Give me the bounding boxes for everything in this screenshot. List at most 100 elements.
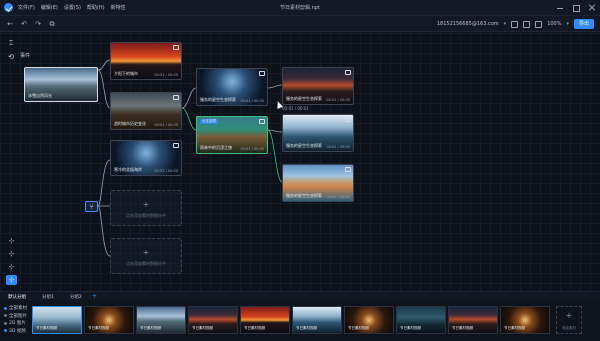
asset-thumbnail[interactable]: 节日素材视频 xyxy=(32,306,82,334)
minimize-icon[interactable] xyxy=(556,4,564,12)
menu-edit[interactable]: 编辑(E) xyxy=(41,4,58,11)
zoom-in-icon[interactable]: ⊹ xyxy=(6,236,17,246)
filter-label: 全部图片 xyxy=(9,313,27,319)
select-tool-icon[interactable]: ⌶ xyxy=(5,38,17,48)
filter-all[interactable]: 全部素材 xyxy=(4,305,27,311)
asset-thumbnail[interactable]: 节日素材视频 xyxy=(448,306,498,334)
redo-icon[interactable]: ↷ xyxy=(34,20,42,28)
node-card[interactable]: 服务的星空生态探索 00:01 / 00:05 xyxy=(282,67,354,105)
logo-icon xyxy=(4,3,13,12)
close-icon[interactable] xyxy=(588,4,596,12)
image-icon xyxy=(345,70,351,75)
asset-label: 节日素材视频 xyxy=(296,326,317,330)
filter-images[interactable]: 全部图片 xyxy=(4,313,27,319)
add-icon: + xyxy=(142,200,150,209)
node-label: 服务的星空生态探索 xyxy=(286,96,322,101)
asset-thumbnail[interactable]: 节日素材视频 xyxy=(292,306,342,334)
layout-icon[interactable] xyxy=(535,20,543,28)
asset-thumbnail[interactable]: 节日素材视频 xyxy=(84,306,134,334)
event-icon[interactable]: ⟲ xyxy=(5,52,17,62)
radio-icon xyxy=(4,329,7,332)
add-asset-hint: 添加素材 xyxy=(562,326,576,330)
menu-file[interactable]: 文件(F) xyxy=(18,4,35,11)
asset-thumbnail[interactable]: 节日素材视频 xyxy=(240,306,290,334)
filter-3d[interactable]: 3D 视频 xyxy=(4,328,27,334)
node-card[interactable]: 夕阳下的城市 00:01 / 00:05 xyxy=(110,42,182,80)
asset-thumbnail[interactable]: 节日素材视频 xyxy=(396,306,446,334)
node-card[interactable]: 服务的星空生态探索 00:01 / 00:05 xyxy=(282,164,354,202)
asset-filters: 全部素材 全部图片 2D 图片 3D 视频 xyxy=(4,305,27,334)
toolbar-right: 18152156685@163.com ▾ 100% ▾ 导出 xyxy=(437,19,594,29)
asset-thumbnail[interactable]: 节日素材视频 xyxy=(500,306,550,334)
preview-icon[interactable] xyxy=(511,20,519,28)
asset-label: 节日素材视频 xyxy=(400,326,421,330)
asset-thumbnail[interactable]: 节日素材视频 xyxy=(188,306,238,334)
export-button[interactable]: 导出 xyxy=(574,19,594,29)
filter-label: 全部素材 xyxy=(9,306,27,311)
empty-shot-slot[interactable]: + 点击添加素材到镜头中 xyxy=(110,238,182,274)
branch-tag: 分支选项 xyxy=(200,119,218,124)
toolbar: ← ↶ ↷ ⧉ 18152156685@163.com ▾ 100% ▾ 导出 xyxy=(0,16,600,32)
asset-group-tabs: 默认分组 分组1 分组2 + xyxy=(0,291,600,301)
empty-slot-hint: 点击添加素材到镜头中 xyxy=(126,213,166,218)
zoom-chevron-icon[interactable]: ▾ xyxy=(566,21,569,27)
save-icon[interactable] xyxy=(523,20,531,28)
canvas-tools: ⊹ ⊹ ⊹ ⊹ xyxy=(6,236,17,285)
asset-filmstrip: 全部素材 全部图片 2D 图片 3D 视频 节日素材视频 节日素材视频 节日素材… xyxy=(0,301,600,341)
crop-icon[interactable]: ⧉ xyxy=(48,20,56,28)
node-duration: 00:01 / 00:05 xyxy=(240,99,264,103)
branch-icon[interactable]: ⑂ xyxy=(85,201,98,212)
node-card[interactable]: 战时城市历史变化 00:01 / 00:05 xyxy=(110,92,182,130)
hand-icon[interactable]: ⊹ xyxy=(6,275,17,285)
asset-label: 节日素材视频 xyxy=(192,326,213,330)
asset-thumbnail[interactable]: 节日素材视频 xyxy=(344,306,394,334)
asset-label: 节日素材视频 xyxy=(452,326,473,330)
account-name[interactable]: 18152156685@163.com xyxy=(437,21,499,27)
node-duration: 00:01 / 00:05 xyxy=(154,123,178,127)
empty-shot-slot[interactable]: + 点击添加素材到镜头中 xyxy=(110,190,182,226)
zoom-level[interactable]: 100% xyxy=(547,21,561,27)
node-label: 战时城市历史变化 xyxy=(114,121,146,126)
node-card[interactable]: 冰雪自然风光 xyxy=(24,67,98,102)
node-duration: 00:01 / 00:05 xyxy=(326,195,350,199)
tab-default-group[interactable]: 默认分组 xyxy=(0,294,34,300)
menu-help[interactable]: 帮助(H) xyxy=(87,4,105,11)
node-card[interactable]: 分支选项 雨林中的沉浸之旅 00:01 / 00:05 xyxy=(196,116,268,154)
node-label: 服务的星空生态探索 xyxy=(200,97,236,102)
node-card[interactable]: 服务的星空生态探索 00:01 / 00:05 xyxy=(196,68,268,106)
radio-icon xyxy=(4,306,7,310)
maximize-icon[interactable] xyxy=(572,4,580,12)
asset-label: 节日素材视频 xyxy=(88,326,109,330)
image-icon xyxy=(173,143,179,148)
filter-2d[interactable]: 2D 图片 xyxy=(4,320,27,326)
node-card[interactable]: 寒冷的北极海岸 00:01 / 00:05 xyxy=(110,140,182,176)
left-toolbar: ⌶ ⟲ xyxy=(5,38,17,62)
zoom-out-icon[interactable]: ⊹ xyxy=(6,249,17,259)
asset-thumbnail-list: 节日素材视频 节日素材视频 节日素材视频 节日素材视频 节日素材视频 节日素材视… xyxy=(32,306,550,334)
radio-icon xyxy=(4,314,7,317)
chevron-down-icon[interactable]: ▾ xyxy=(504,21,507,27)
add-icon: + xyxy=(565,311,573,320)
image-icon xyxy=(259,71,265,76)
add-group-icon[interactable]: + xyxy=(92,293,97,300)
node-label: 雨林中的沉浸之旅 xyxy=(200,145,232,150)
undo-icon[interactable]: ↶ xyxy=(20,20,28,28)
asset-label: 节日素材视频 xyxy=(348,326,369,330)
node-label: 寒冷的北极海岸 xyxy=(114,167,142,172)
image-icon xyxy=(259,119,265,124)
node-duration: 00:01 / 00:05 xyxy=(154,169,178,173)
add-asset-button[interactable]: + 添加素材 xyxy=(556,306,582,334)
menu-settings[interactable]: 设置(S) xyxy=(64,4,81,11)
node-duration: 00:01 / 00:05 xyxy=(154,73,178,77)
asset-label: 节日素材视频 xyxy=(244,326,265,330)
tab-group-2[interactable]: 分组2 xyxy=(62,294,90,300)
back-icon[interactable]: ← xyxy=(6,20,14,28)
fit-icon[interactable]: ⊹ xyxy=(6,262,17,272)
node-card[interactable]: 服务的星空生态探索 00:01 / 00:05 xyxy=(282,114,354,152)
menu-whats-new[interactable]: 新特性 xyxy=(111,4,126,11)
empty-slot-hint: 点击添加素材到镜头中 xyxy=(126,261,166,266)
asset-thumbnail[interactable]: 节日素材视频 xyxy=(136,306,186,334)
node-label: 夕阳下的城市 xyxy=(114,71,138,76)
tab-group-1[interactable]: 分组1 xyxy=(34,294,62,300)
image-icon xyxy=(173,45,179,50)
